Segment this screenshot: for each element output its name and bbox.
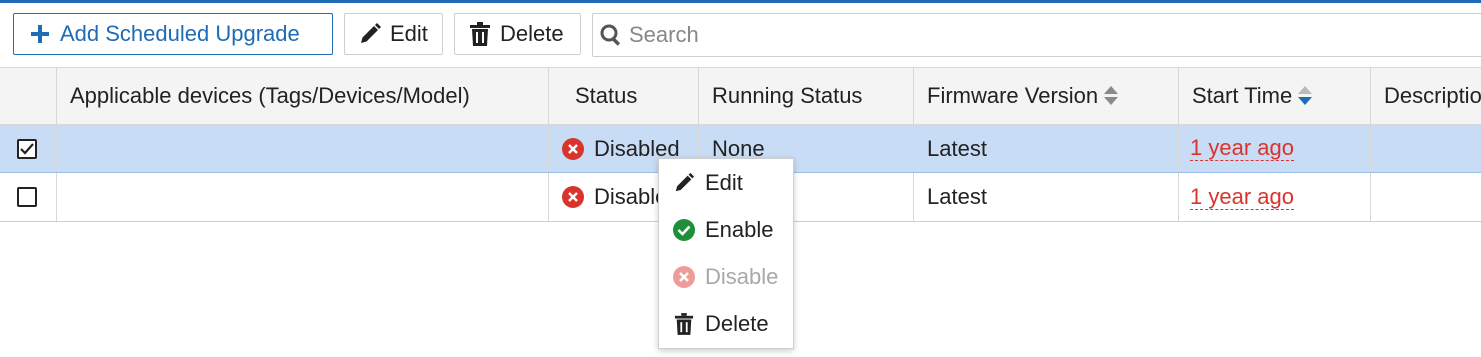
description-cell	[1370, 125, 1481, 172]
header-running-status[interactable]: Running Status	[698, 68, 913, 124]
check-circle-icon	[672, 218, 696, 242]
header-firmware-version-label: Firmware Version	[927, 83, 1099, 108]
firmware-version-cell: Latest	[913, 173, 1178, 221]
header-status-label: Status	[575, 83, 638, 108]
menu-item-delete[interactable]: Delete	[659, 301, 793, 347]
table-header: Applicable devices (Tags/Devices/Model) …	[0, 68, 1481, 125]
start-time-cell: 1 year ago	[1178, 173, 1370, 221]
row-select-cell	[0, 173, 56, 221]
row-checkbox[interactable]	[17, 187, 37, 207]
start-time-value: 1 year ago	[1190, 183, 1294, 210]
devices-cell	[56, 173, 548, 221]
sort-descending-icon[interactable]	[1298, 85, 1313, 107]
start-time-value: 1 year ago	[1190, 135, 1294, 161]
header-firmware-version[interactable]: Firmware Version	[913, 68, 1178, 124]
devices-cell	[56, 125, 548, 172]
add-scheduled-upgrade-label: Add Scheduled Upgrade	[60, 21, 300, 46]
header-running-status-label: Running Status	[712, 83, 863, 108]
menu-item-edit[interactable]: Edit	[659, 160, 793, 206]
menu-item-delete-label: Delete	[705, 311, 769, 336]
menu-item-edit-label: Edit	[705, 170, 743, 195]
trash-icon	[468, 22, 492, 46]
header-description[interactable]: Description	[1370, 68, 1481, 124]
x-circle-icon	[562, 137, 584, 160]
edit-label: Edit	[390, 21, 428, 46]
add-scheduled-upgrade-button[interactable]: Add Scheduled Upgrade	[13, 13, 333, 55]
menu-item-enable[interactable]: Enable	[659, 207, 793, 253]
sort-icon[interactable]	[1104, 85, 1119, 107]
search-input[interactable]	[629, 22, 1449, 48]
description-cell	[1370, 173, 1481, 221]
x-circle-icon	[562, 186, 584, 208]
header-select-column	[0, 68, 56, 124]
menu-item-disable: Disable	[659, 254, 793, 300]
row-select-cell	[0, 125, 56, 172]
delete-button[interactable]: Delete	[454, 13, 581, 55]
edit-button[interactable]: Edit	[344, 13, 443, 55]
header-status[interactable]: Status	[548, 68, 698, 124]
pencil-icon	[672, 171, 696, 195]
header-applicable-devices[interactable]: Applicable devices (Tags/Devices/Model)	[56, 68, 548, 124]
firmware-version-cell: Latest	[913, 125, 1178, 172]
header-applicable-devices-label: Applicable devices (Tags/Devices/Model)	[70, 83, 470, 108]
trash-icon	[672, 312, 696, 336]
header-description-label: Description	[1384, 83, 1481, 108]
pencil-icon	[358, 22, 382, 46]
header-start-time-label: Start Time	[1192, 83, 1293, 108]
search-box[interactable]	[592, 13, 1481, 57]
x-circle-icon	[672, 265, 696, 289]
start-time-cell: 1 year ago	[1178, 125, 1370, 172]
context-menu: Edit Enable Disable Delete	[658, 158, 794, 349]
toolbar: Add Scheduled Upgrade Edit Delete	[0, 3, 1481, 67]
header-start-time[interactable]: Start Time	[1178, 68, 1370, 124]
plus-icon	[28, 22, 52, 46]
search-icon	[599, 23, 623, 47]
row-checkbox-checked[interactable]	[17, 138, 37, 159]
delete-label: Delete	[500, 21, 564, 46]
menu-item-enable-label: Enable	[705, 217, 774, 242]
menu-item-disable-label: Disable	[705, 264, 779, 289]
